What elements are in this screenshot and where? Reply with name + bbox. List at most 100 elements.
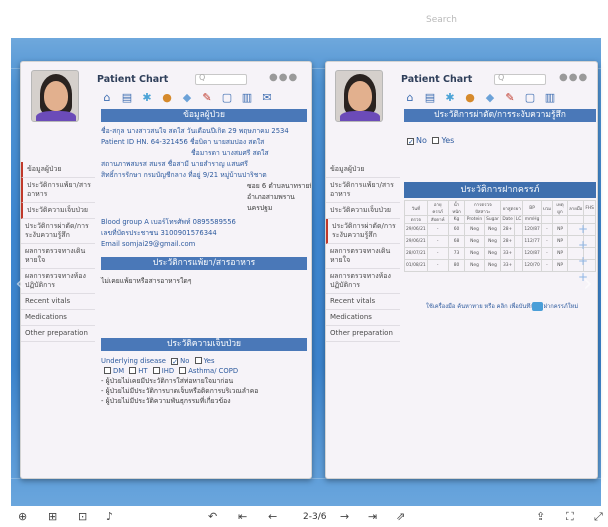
doctor-icon[interactable]: ● bbox=[464, 92, 476, 104]
col-header: ลายมือ bbox=[567, 200, 585, 216]
toolbar-icons: ⌂ ▤ ✱ ● ◆ ✎ ▢ ▥ ✉ bbox=[101, 92, 273, 106]
dm-checkbox[interactable] bbox=[104, 367, 111, 374]
search-input[interactable]: Search bbox=[426, 15, 457, 25]
sidebar-item-surgery[interactable]: ประวัติการผ่าตัด/การระงับความรู้สึก bbox=[326, 219, 400, 244]
col-header: เหตุผูก bbox=[551, 200, 569, 216]
no-checkbox-right[interactable]: ✓ bbox=[407, 138, 414, 146]
mail-icon[interactable]: ✉ bbox=[261, 92, 273, 104]
doctor-icon[interactable]: ● bbox=[161, 92, 173, 104]
col-header: BP bbox=[522, 200, 542, 216]
sidebar-item-airway[interactable]: ผลการตรวจทางเดินหายใจ bbox=[21, 244, 95, 269]
grid-view-icon[interactable]: ⊞ bbox=[48, 510, 57, 523]
sidebar-item-illness[interactable]: ประวัติความเจ็บป่วย bbox=[326, 203, 400, 219]
sidebar-item-airway[interactable]: ผลการตรวจทางเดินหายใจ bbox=[326, 244, 400, 269]
history-line-2: - ผู้ป่วยไม่มีประวัติการบาดเจ็บหรือติดกา… bbox=[101, 387, 259, 395]
book-icon[interactable]: ▢ bbox=[221, 92, 233, 104]
audio-icon[interactable]: ♪ bbox=[106, 510, 113, 523]
col-header: วันที่ bbox=[404, 200, 428, 216]
sidebar-item-other[interactable]: Other preparation bbox=[21, 326, 95, 342]
add-icon[interactable]: + bbox=[578, 222, 588, 236]
allergy-text: ไม่เคยแพ้ยาหรือสารอาหารใดๆ bbox=[101, 277, 192, 285]
last-page-icon[interactable]: ⇥ bbox=[368, 510, 377, 523]
more-menu-icon-right[interactable]: ●●● bbox=[559, 72, 588, 83]
yes-checkbox[interactable] bbox=[194, 357, 202, 364]
bed-icon[interactable]: ▤ bbox=[121, 92, 133, 104]
next-page-icon[interactable]: › bbox=[583, 269, 593, 297]
sidebar-item-vitals[interactable]: Recent vitals bbox=[21, 294, 95, 310]
patient-id: Patient ID HN. 64-321456 ชื่อบิดา นายสมป… bbox=[101, 138, 265, 146]
blood-group: Blood group A เบอร์โทรศัพท์ 0895589556 bbox=[101, 218, 236, 226]
sidebar-item-allergy[interactable]: ประวัติการแพ้ยา/สารอาหาร bbox=[21, 178, 95, 203]
table-row[interactable]: 29/06/21-60 Neg Neg 28+ 120/87- NP bbox=[404, 223, 596, 236]
address-line-3: อำเภอสามพราน bbox=[247, 193, 295, 201]
table-row[interactable]: 28/07/21-73 Neg Neg 33+ 120/87- NP bbox=[404, 247, 596, 260]
sidebar-item-vitals[interactable]: Recent vitals bbox=[326, 294, 400, 310]
address-line-2: ซอย 6 ตำบลนาทรายทิก bbox=[247, 182, 312, 190]
toolbar-icons-right: ⌂ ▤ ✱ ● ◆ ✎ ▢ ▥ bbox=[404, 92, 556, 106]
book-icon[interactable]: ▢ bbox=[524, 92, 536, 104]
gear-icon[interactable]: ✱ bbox=[141, 92, 153, 104]
pills-icon[interactable]: ◆ bbox=[484, 92, 496, 104]
home-icon[interactable]: ⌂ bbox=[101, 92, 113, 104]
sidebar-item-illness[interactable]: ประวัติความเจ็บป่วย bbox=[21, 203, 95, 219]
address-line-4: นครปฐม bbox=[247, 204, 273, 212]
exit-fullscreen-icon[interactable]: ⤢ bbox=[594, 510, 603, 524]
col-header: บวม bbox=[540, 200, 553, 216]
sidebar-item-surgery[interactable]: ประวัติการผ่าตัด/การระงับความรู้สึก bbox=[21, 219, 95, 244]
col-header: น้ำหนัก bbox=[447, 200, 466, 216]
sidebar-item-patient[interactable]: ข้อมูลผู้ป่วย bbox=[326, 162, 400, 178]
sidebar-item-patient[interactable]: ข้อมูลผู้ป่วย bbox=[21, 162, 95, 178]
sidebar-item-lab[interactable]: ผลการตรวจทางห้องปฏิบัติการ bbox=[326, 269, 400, 294]
col-header: อายุครรภ์ bbox=[426, 200, 449, 216]
ihd-checkbox[interactable] bbox=[152, 367, 160, 374]
sidebar-item-other[interactable]: Other preparation bbox=[326, 326, 400, 342]
id-card: เลขที่บัตรประชาชน 3100901576344 bbox=[101, 229, 217, 237]
gear-icon[interactable]: ✱ bbox=[444, 92, 456, 104]
pin-icon[interactable]: ✎ bbox=[201, 92, 213, 104]
email: Email somjai29@gmail.com bbox=[101, 240, 196, 248]
chart-title: Patient Chart bbox=[97, 74, 169, 85]
sidebar-item-allergy[interactable]: ประวัติการแพ้ยา/สารอาหาร bbox=[326, 178, 400, 203]
asthma-checkbox[interactable] bbox=[179, 367, 187, 374]
patient-name: ชื่อ-สกุล นางสาวสนใจ สดใส วันเดือนปีเกิด… bbox=[101, 127, 289, 135]
sidebar-item-medications[interactable]: Medications bbox=[21, 310, 95, 326]
sidebar-item-medications[interactable]: Medications bbox=[326, 310, 400, 326]
export-icon[interactable]: ⇪ bbox=[536, 510, 545, 523]
next-icon[interactable]: → bbox=[340, 510, 349, 523]
fit-page-icon[interactable]: ⊡ bbox=[78, 510, 87, 523]
no-checkbox[interactable]: ✓ bbox=[171, 358, 179, 366]
table-row[interactable]: 01/08/21-80 Neg Neg 33+ 120/70- NP bbox=[404, 259, 596, 272]
ht-checkbox[interactable] bbox=[129, 367, 137, 374]
add-record-button[interactable] bbox=[532, 302, 543, 311]
chart-search-right[interactable]: Q bbox=[494, 73, 546, 85]
previous-icon[interactable]: ← bbox=[268, 510, 277, 523]
home-icon[interactable]: ⌂ bbox=[404, 92, 416, 104]
underlying-disease: Underlying disease ✓ No Yes bbox=[101, 357, 215, 366]
table-row[interactable]: 29/06/21-68 Neg Neg 28+ 112/77- NP bbox=[404, 235, 596, 248]
sidebar-right: ข้อมูลผู้ป่วย ประวัติการแพ้ยา/สารอาหาร ป… bbox=[326, 162, 400, 342]
share-icon[interactable]: ⇗ bbox=[396, 510, 405, 523]
more-menu-icon[interactable]: ●●● bbox=[269, 72, 298, 83]
first-page-icon[interactable]: ⇤ bbox=[238, 510, 247, 523]
sidebar-item-lab[interactable]: ผลการตรวจทางห้องปฏิบัติการ bbox=[21, 269, 95, 294]
chart-search[interactable]: Q bbox=[195, 73, 247, 85]
prev-page-icon[interactable]: ‹ bbox=[15, 269, 25, 297]
right-page: Patient Chart Q ●●● ⌂ ▤ ✱ ● ◆ ✎ ▢ ▥ ประว… bbox=[325, 61, 598, 479]
pin-icon[interactable]: ✎ bbox=[504, 92, 516, 104]
table-subheader-row: ตรวจ สัปดาห์ Kg Protein Sugar Date LC mm… bbox=[404, 215, 596, 224]
add-icon[interactable]: + bbox=[578, 238, 588, 252]
section-header-surgery: ประวัติการผ่าตัด/การระงับความรู้สึก bbox=[404, 109, 596, 122]
page-indicator: 2-3/6 bbox=[303, 512, 327, 522]
undo-icon[interactable]: ↶ bbox=[208, 510, 217, 523]
clipboard-icon[interactable]: ▥ bbox=[241, 92, 253, 104]
zoom-icon[interactable]: ⊕ bbox=[18, 510, 27, 523]
add-icon[interactable]: + bbox=[578, 254, 588, 268]
pills-icon[interactable]: ◆ bbox=[181, 92, 193, 104]
history-line-3: - ผู้ป่วยไม่มีประวัติความพันธุกรรมที่เกี… bbox=[101, 397, 231, 405]
clipboard-icon[interactable]: ▥ bbox=[544, 92, 556, 104]
marital-status: สถานภาพสมรส สมรส ชื่อสามี นายสำราญ แสนศร… bbox=[101, 160, 248, 168]
fullscreen-icon[interactable]: ⛶ bbox=[566, 510, 574, 524]
yes-checkbox-right[interactable] bbox=[432, 137, 440, 144]
bed-icon[interactable]: ▤ bbox=[424, 92, 436, 104]
patient-photo bbox=[31, 70, 79, 122]
